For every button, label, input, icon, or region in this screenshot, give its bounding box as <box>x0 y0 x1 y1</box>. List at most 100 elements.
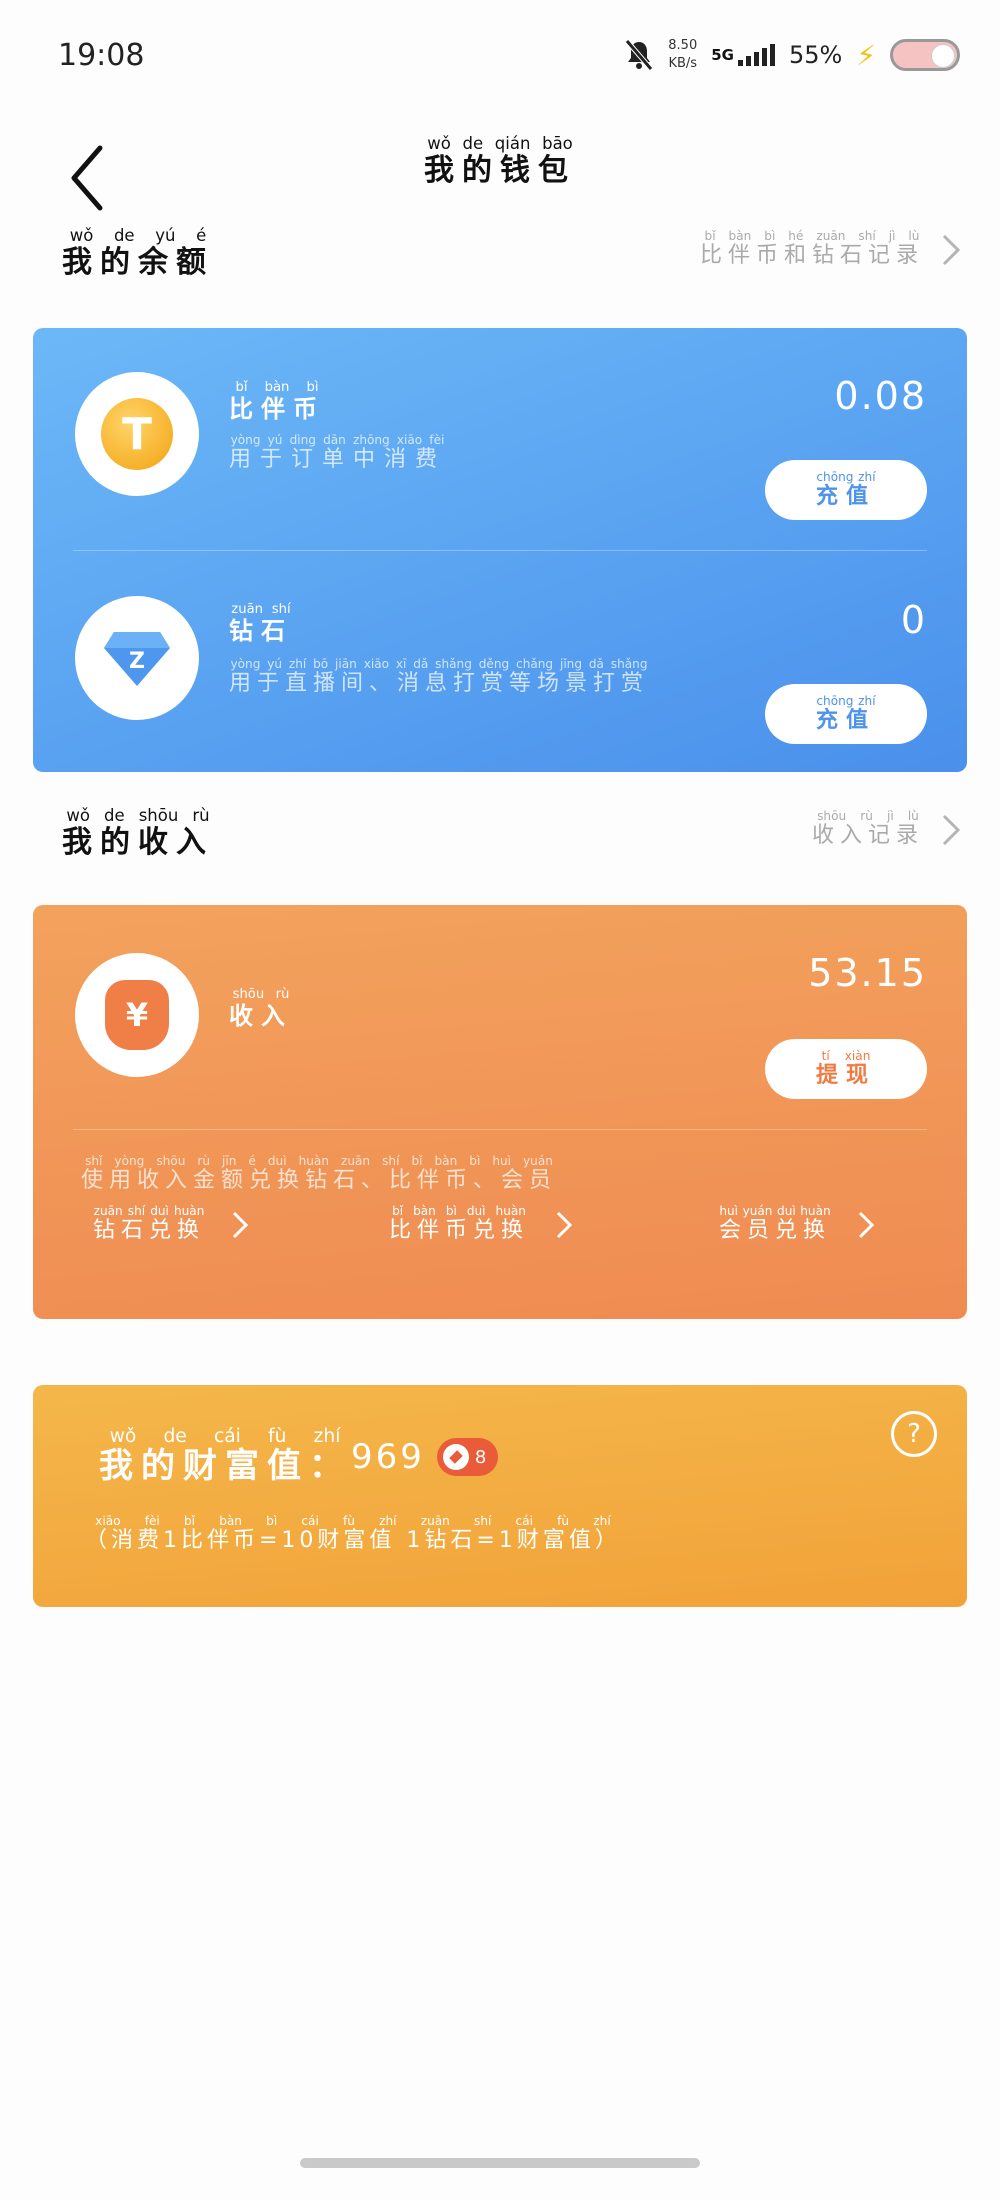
diamond-icon-letter: Z <box>129 649 145 674</box>
balance-record-text: 比伴币和钻石记录 <box>699 243 924 268</box>
net-speed-value: 8.50 <box>668 38 698 53</box>
help-icon[interactable]: ? <box>891 1411 937 1457</box>
signal-bars-icon <box>737 44 775 66</box>
diamond-exchange-text: 钻石兑换 <box>93 1218 206 1243</box>
income-title-text: 我的收入 <box>62 825 214 860</box>
income-record-text: 收入记录 <box>811 823 924 848</box>
net-speed: 8.50 KB/s <box>668 37 697 73</box>
diamond-desc: 用于直播间、消息打赏等场景打赏yòng yú zhí bō jiān xiāo … <box>229 657 650 697</box>
status-time: 19:08 <box>58 38 145 73</box>
mute-bell-icon <box>625 39 654 71</box>
income-amount: 53.15 <box>808 951 927 995</box>
bibanbi-label-text: 比伴币 <box>229 395 325 423</box>
bibanbi-label-pinyin: bǐ bàn bì <box>229 380 325 395</box>
income-section-header: 我的收入wǒ de shōu rù 收入记录shōu rù jì lù <box>0 800 1000 880</box>
bibanbi-desc: 用于订单中消费yòng yú dìng dān zhōng xiāo fèi <box>229 433 447 473</box>
income-card: ¥ 收入shōu rù 53.15 提现tí xiàn 使用收入金额兑换钻石、比… <box>33 905 967 1319</box>
bibanbi-exchange-link[interactable]: 比伴币兑换bǐ bàn bì duì huàn <box>389 1204 573 1244</box>
page-title: 我的钱包wǒ de qián bāo <box>0 134 1000 189</box>
chevron-right-icon <box>556 1211 573 1238</box>
income-record-link[interactable]: 收入记录shōu rù jì lù <box>811 809 962 849</box>
bibanbi-exchange-text: 比伴币兑换 <box>389 1218 530 1243</box>
wealth-title-pinyin: wǒ de cái fù zhí <box>99 1426 351 1447</box>
diamond-icon: Z <box>104 632 170 686</box>
bibanbi-desc-pinyin: yòng yú dìng dān zhōng xiāo fèi <box>229 433 446 447</box>
wealth-level-badge: 8 <box>436 1438 499 1476</box>
income-title: 我的收入wǒ de shōu rù <box>62 806 214 861</box>
wealth-level-icon <box>442 1444 469 1470</box>
balance-title-pinyin: wǒ de yú é <box>62 226 214 245</box>
diamond-avatar: Z <box>75 596 199 720</box>
wealth-title-text: 我的财富值： <box>99 1446 351 1486</box>
coin-avatar: T <box>75 372 199 496</box>
vip-exchange-text: 会员兑换 <box>719 1218 832 1243</box>
wealth-level: 8 <box>474 1446 487 1468</box>
withdraw-pinyin: tí xiàn <box>815 1048 876 1063</box>
home-indicator[interactable] <box>300 2158 700 2168</box>
vip-exchange-link[interactable]: 会员兑换huì yuán duì huàn <box>719 1204 875 1244</box>
withdraw-button[interactable]: 提现tí xiàn <box>765 1039 927 1099</box>
diamond-exchange-link[interactable]: 钻石兑换zuān shí duì huàn <box>93 1204 249 1244</box>
balance-title-text: 我的余额 <box>62 245 214 280</box>
bibanbi-recharge-button[interactable]: 充值chōng zhí <box>765 460 927 520</box>
balance-divider <box>73 550 927 551</box>
balance-section-header: 我的余额wǒ de yú é 比伴币和钻石记录bǐ bàn bì hé zuān… <box>0 220 1000 300</box>
wealth-value-row: 我的财富值：wǒ de cái fù zhí 969 8 <box>99 1426 499 1487</box>
balance-title: 我的余额wǒ de yú é <box>62 226 214 281</box>
income-label-pinyin: shōu rù <box>229 987 293 1002</box>
chevron-right-icon <box>942 234 961 265</box>
battery-icon <box>890 39 960 71</box>
bibanbi-exchange-pinyin: bǐ bàn bì duì huàn <box>389 1204 529 1218</box>
diamond-recharge-pinyin: chōng zhí <box>815 693 876 708</box>
income-note: 使用收入金额兑换钻石、比伴币、会员shǐ yòng shōu rù jīn é … <box>81 1154 558 1194</box>
signal-icon: 5G <box>711 44 775 66</box>
diamond-amount: 0 <box>900 598 927 642</box>
net-speed-unit: KB/s <box>668 56 698 71</box>
income-label-text: 收入 <box>229 1002 293 1030</box>
income-note-pinyin: shǐ yòng shōu rù jīn é duì huàn zuān shí… <box>81 1154 558 1168</box>
page-title-pinyin: wǒ de qián bāo <box>424 134 576 153</box>
chevron-right-icon <box>942 814 961 845</box>
chevron-right-icon <box>858 1211 875 1238</box>
wealth-note: （消费1比伴币=10财富值 1钻石=1财富值）xiāo fèi bǐ bàn b… <box>85 1514 621 1554</box>
wealth-note-pinyin: xiāo fèi bǐ bàn bì cái fù zhí zuān shí c… <box>85 1514 621 1528</box>
diamond-recharge-text: 充值 <box>815 707 876 733</box>
status-bar: 19:08 8.50 KB/s 5G 55% ⚡ <box>0 0 1000 110</box>
page-header: 我的钱包wǒ de qián bāo <box>0 120 1000 230</box>
balance-card: T 比伴币bǐ bàn bì 用于订单中消费yòng yú dìng dān z… <box>33 328 967 772</box>
income-title-pinyin: wǒ de shōu rù <box>62 806 214 825</box>
diamond-desc-text: 用于直播间、消息打赏等场景打赏 <box>229 671 650 696</box>
status-icons: 8.50 KB/s 5G 55% ⚡ <box>624 30 960 80</box>
withdraw-text: 提现 <box>815 1062 876 1088</box>
diamond-label-pinyin: zuān shí <box>229 602 293 617</box>
network-type: 5G <box>711 46 734 64</box>
coin-icon: T <box>101 398 173 470</box>
chevron-right-icon <box>232 1211 249 1238</box>
income-divider <box>73 1129 927 1130</box>
page-title-text: 我的钱包 <box>424 153 576 188</box>
money-bag-avatar: ¥ <box>75 953 199 1077</box>
balance-record-pinyin: bǐ bàn bì hé zuān shí jì lù <box>699 229 924 243</box>
money-bag-icon: ¥ <box>105 980 169 1050</box>
income-label: 收入shōu rù <box>229 987 293 1031</box>
diamond-recharge-button[interactable]: 充值chōng zhí <box>765 684 927 744</box>
battery-level: 55% <box>788 41 843 69</box>
bibanbi-recharge-pinyin: chōng zhí <box>815 469 876 484</box>
bibanbi-desc-text: 用于订单中消费 <box>229 447 447 472</box>
vip-exchange-pinyin: huì yuán duì huàn <box>719 1204 832 1218</box>
bibanbi-label: 比伴币bǐ bàn bì <box>229 380 325 424</box>
income-note-text: 使用收入金额兑换钻石、比伴币、会员 <box>81 1168 558 1193</box>
diamond-label: 钻石zuān shí <box>229 602 293 646</box>
bibanbi-amount: 0.08 <box>834 374 927 418</box>
wealth-note-text: （消费1比伴币=10财富值 1钻石=1财富值） <box>85 1528 621 1553</box>
income-record-pinyin: shōu rù jì lù <box>811 809 924 823</box>
exchange-row: 钻石兑换zuān shí duì huàn 比伴币兑换bǐ bàn bì duì… <box>33 1204 967 1265</box>
balance-record-link[interactable]: 比伴币和钻石记录bǐ bàn bì hé zuān shí jì lù <box>699 229 962 269</box>
diamond-desc-pinyin: yòng yú zhí bō jiān xiāo xī dǎ shǎng děn… <box>229 657 650 671</box>
charging-icon: ⚡ <box>856 38 876 72</box>
diamond-label-text: 钻石 <box>229 617 293 645</box>
diamond-exchange-pinyin: zuān shí duì huàn <box>93 1204 205 1218</box>
wealth-value: 969 <box>351 1437 425 1477</box>
bibanbi-recharge-text: 充值 <box>815 483 876 509</box>
wealth-card: 我的财富值：wǒ de cái fù zhí 969 8 （消费1比伴币=10财… <box>33 1385 967 1607</box>
